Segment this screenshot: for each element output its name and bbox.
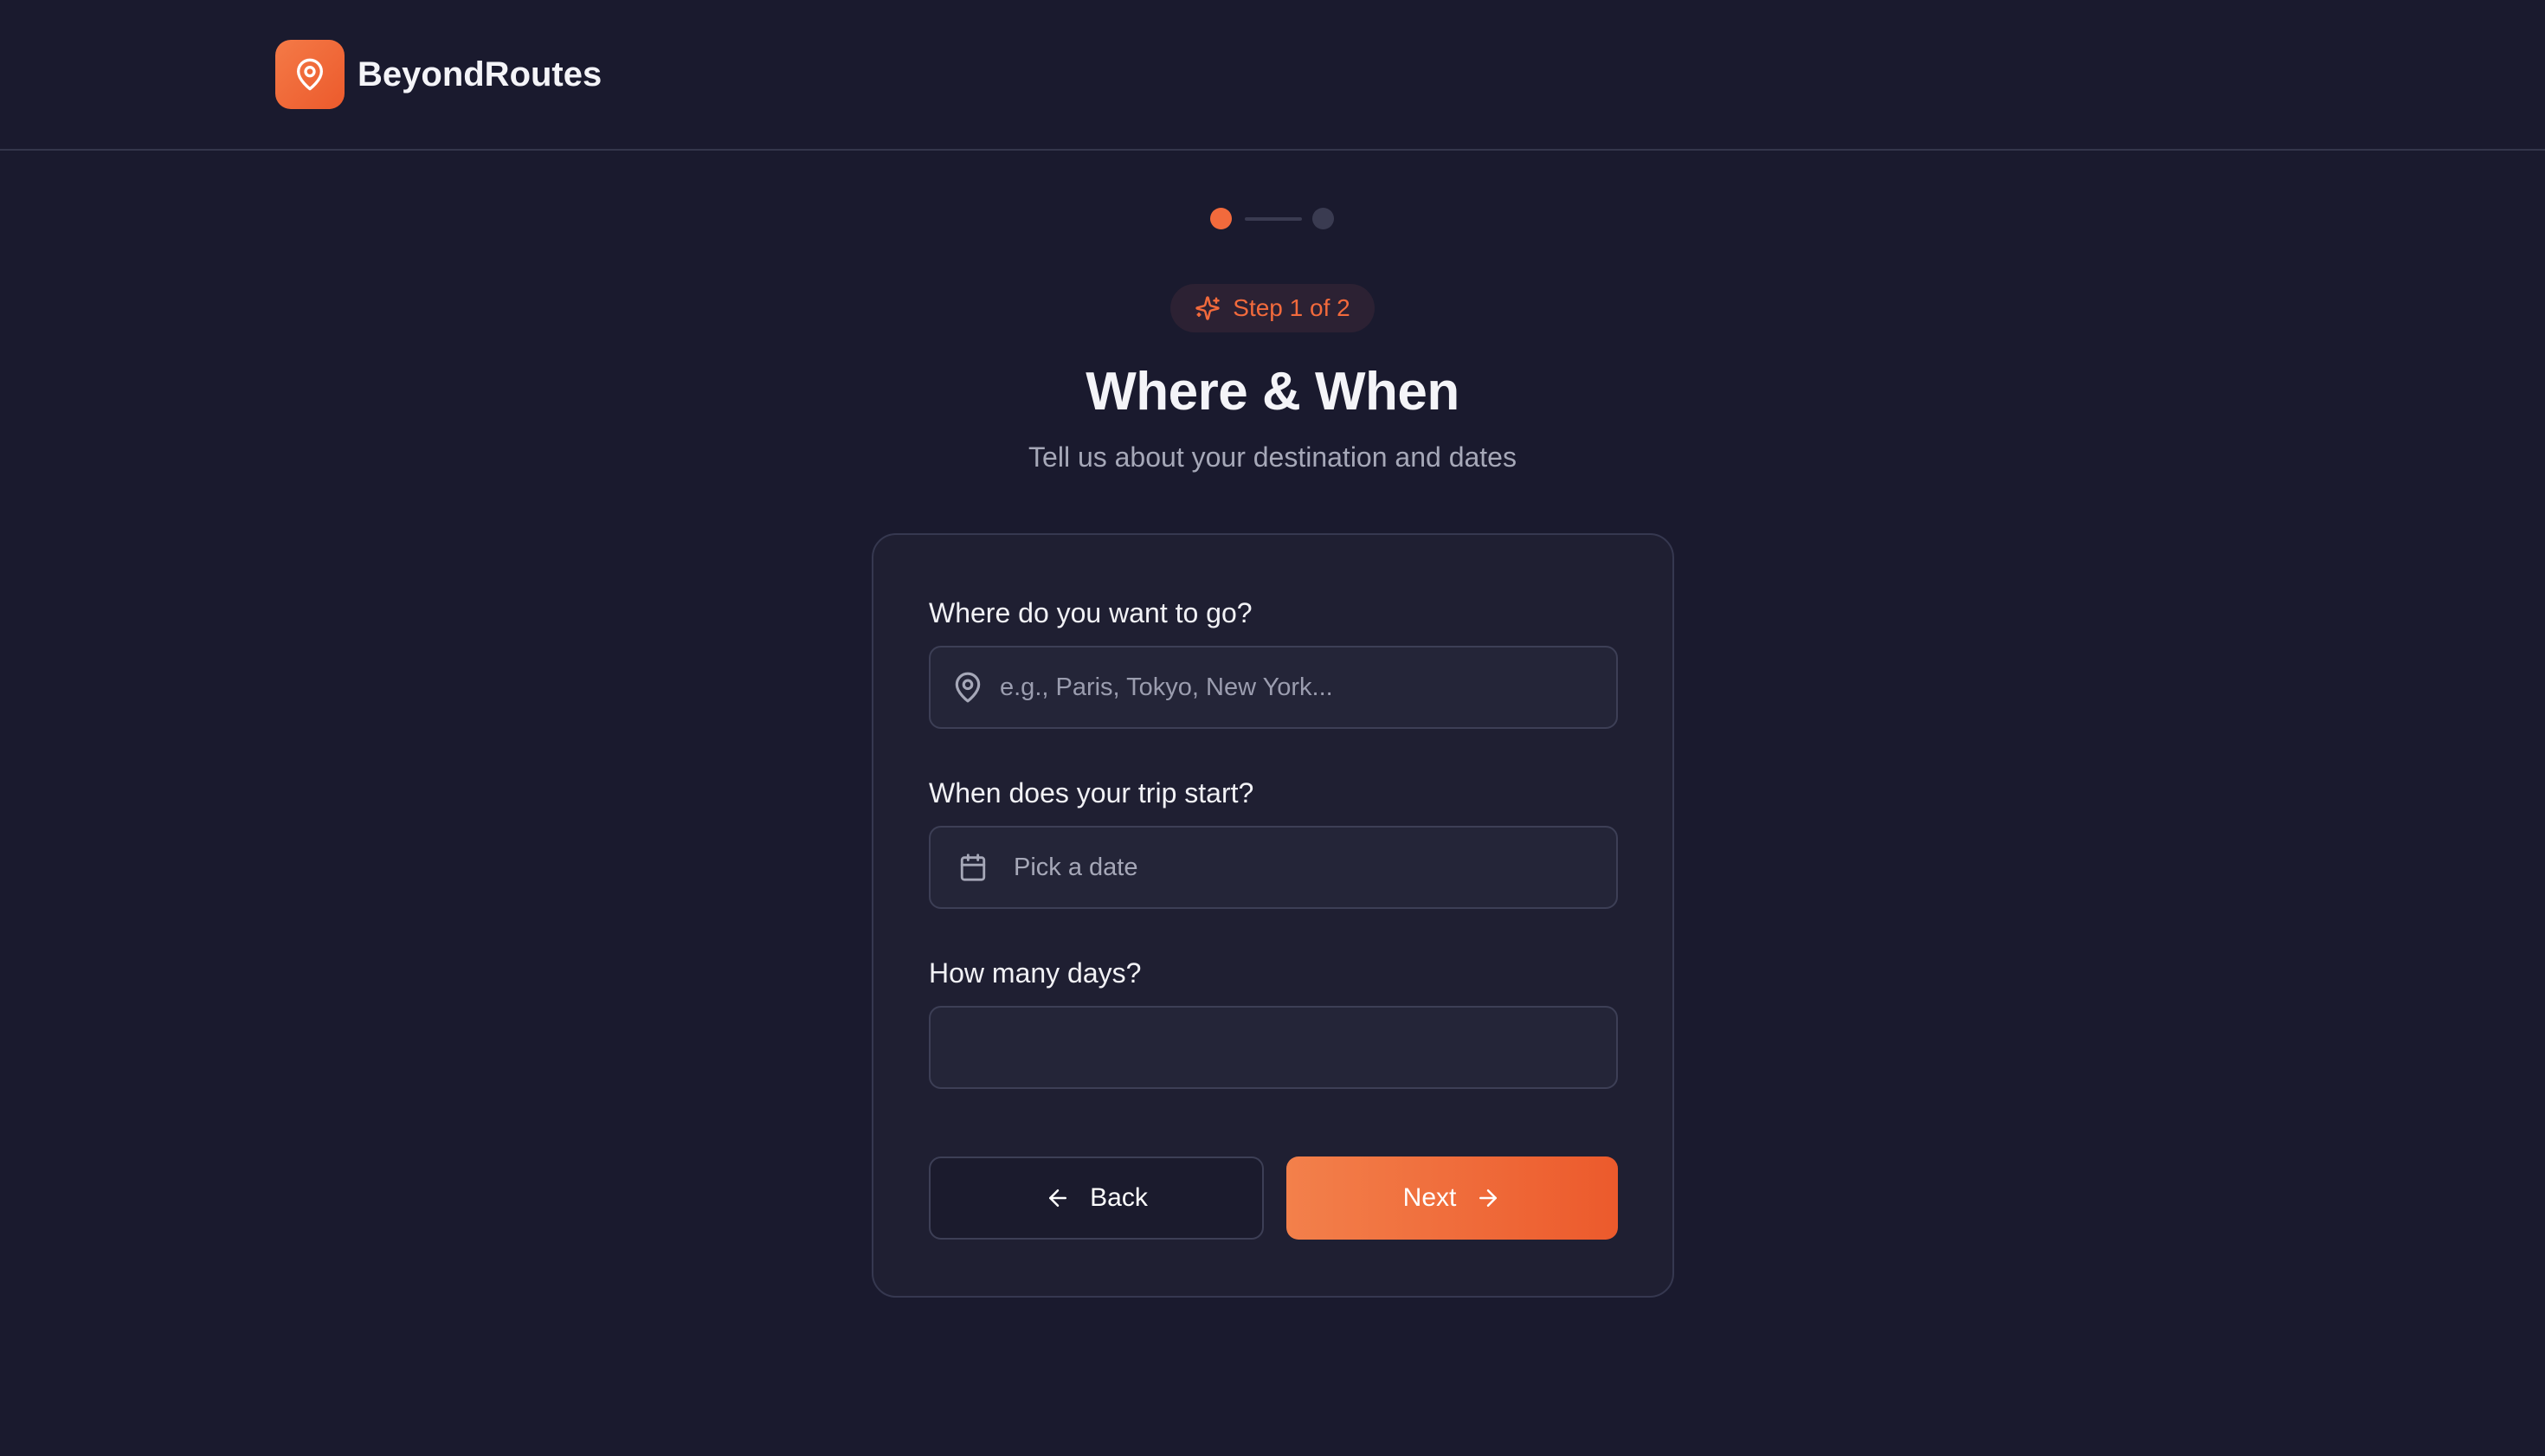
destination-label: Where do you want to go? bbox=[929, 597, 1253, 628]
progress-dot-step-2 bbox=[1312, 208, 1334, 229]
brand-logo[interactable] bbox=[275, 40, 345, 109]
next-button[interactable]: Next bbox=[1286, 1156, 1618, 1240]
trip-form-card: Where do you want to go? When does your … bbox=[872, 533, 1674, 1298]
days-label: How many days? bbox=[929, 957, 1142, 989]
destination-input[interactable] bbox=[1000, 647, 1597, 727]
step-progress-indicator bbox=[1207, 205, 1338, 231]
progress-connector bbox=[1245, 217, 1302, 221]
start-date-picker[interactable]: Pick a date bbox=[929, 826, 1618, 909]
map-pin-icon bbox=[297, 58, 323, 91]
days-input[interactable] bbox=[951, 1008, 1592, 1087]
page-subtitle: Tell us about your destination and dates bbox=[1028, 441, 1517, 473]
map-pin-icon bbox=[955, 672, 981, 703]
progress-dot-step-1 bbox=[1210, 208, 1232, 229]
step-badge-label: Step 1 of 2 bbox=[1233, 294, 1350, 321]
sparkles-icon bbox=[1195, 296, 1221, 320]
arrow-right-icon bbox=[1479, 1189, 1498, 1207]
back-button-label: Back bbox=[1090, 1183, 1148, 1212]
start-date-label: When does your trip start? bbox=[929, 777, 1254, 809]
page-title: Where & When bbox=[1086, 362, 1459, 422]
arrow-left-icon bbox=[1049, 1189, 1067, 1207]
start-date-value: Pick a date bbox=[1014, 854, 1138, 881]
days-field[interactable] bbox=[929, 1006, 1618, 1089]
back-button[interactable]: Back bbox=[929, 1156, 1264, 1240]
brand-name[interactable]: BeyondRoutes bbox=[358, 52, 602, 97]
calendar-icon bbox=[960, 854, 986, 881]
step-badge: Step 1 of 2 bbox=[1170, 284, 1375, 332]
next-button-label: Next bbox=[1402, 1183, 1457, 1212]
destination-field[interactable] bbox=[929, 646, 1618, 729]
top-header: BeyondRoutes bbox=[0, 0, 2545, 151]
